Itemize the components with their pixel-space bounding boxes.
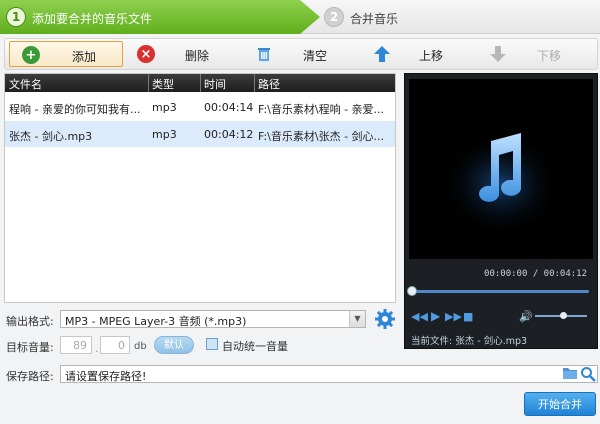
add-button-label: 添加 bbox=[72, 50, 97, 64]
move-up-button[interactable]: 上移 bbox=[369, 41, 479, 67]
fast-forward-icon[interactable]: ▶▶ bbox=[445, 310, 462, 323]
rewind-icon[interactable]: ◀◀ bbox=[411, 310, 428, 323]
volume-unit-label: db bbox=[134, 341, 147, 352]
now-playing-label: 当前文件: 张杰 - 剑心.mp3 bbox=[411, 336, 528, 347]
step-1-label: 添加要合并的音乐文件 bbox=[32, 12, 153, 26]
trash-icon bbox=[258, 48, 270, 61]
output-format-value: MP3 - MPEG Layer-3 音频 (*.mp3) bbox=[65, 315, 247, 328]
gear-icon[interactable] bbox=[374, 308, 396, 330]
column-header-type[interactable]: 类型 bbox=[152, 76, 174, 92]
stop-icon[interactable]: ■ bbox=[463, 310, 473, 323]
cell-type: mp3 bbox=[152, 101, 177, 114]
toolbar: + 添加 × 删除 清空 上移 下移 bbox=[4, 38, 598, 70]
plus-icon: + bbox=[22, 46, 40, 64]
step-2-label: 合并音乐 bbox=[350, 12, 399, 26]
play-icon[interactable]: ▶ bbox=[431, 309, 440, 323]
output-format-label: 输出格式: bbox=[6, 315, 54, 328]
column-header-filename[interactable]: 文件名 bbox=[9, 76, 42, 92]
column-header-path[interactable]: 路径 bbox=[258, 76, 280, 92]
save-path-input[interactable]: 请设置保存路径! bbox=[60, 365, 598, 383]
cell-path: F:\音乐素材\程响 - 亲爱... bbox=[258, 103, 385, 116]
time-display: 00:00:00 / 00:04:12 bbox=[484, 269, 587, 279]
save-path-value: 请设置保存路径! bbox=[65, 370, 147, 383]
cell-time: 00:04:14 bbox=[204, 101, 254, 114]
delete-x-icon: × bbox=[137, 45, 155, 63]
cell-filename: 张杰 - 剑心.mp3 bbox=[9, 130, 93, 143]
table-row[interactable]: 程响 - 亲爱的你可知我有... mp3 00:04:14 F:\音乐素材\程响… bbox=[5, 94, 395, 120]
delete-button-label: 删除 bbox=[185, 49, 210, 63]
auto-volume-label: 自动统一音量 bbox=[222, 340, 288, 353]
table-header: 文件名 类型 时间 路径 bbox=[5, 74, 395, 92]
file-list-table[interactable]: 文件名 类型 时间 路径 程响 - 亲爱的你可知我有... mp3 00:04:… bbox=[4, 73, 396, 303]
add-button[interactable]: + 添加 bbox=[9, 41, 123, 67]
step-bar: 1 添加要合并的音乐文件 2 合并音乐 bbox=[0, 0, 600, 34]
delete-button[interactable]: × 删除 bbox=[131, 41, 245, 67]
volume-handle[interactable] bbox=[560, 312, 567, 319]
output-format-select[interactable]: MP3 - MPEG Layer-3 音频 (*.mp3) ▼ bbox=[60, 310, 366, 328]
music-note-icon bbox=[441, 127, 561, 231]
clear-button-label: 清空 bbox=[303, 49, 328, 63]
arrow-up-icon bbox=[374, 46, 390, 62]
chevron-down-icon[interactable]: ▼ bbox=[349, 311, 365, 327]
step-1-number: 1 bbox=[6, 7, 26, 27]
media-player: 00:00:00 / 00:04:12 ◀◀ ▶ ▶▶ ■ 🔊 当前文件: 张杰… bbox=[404, 73, 598, 349]
default-volume-button[interactable]: 默认 bbox=[154, 336, 194, 354]
step-2-number: 2 bbox=[324, 7, 344, 27]
search-icon[interactable] bbox=[580, 366, 596, 382]
player-screen bbox=[409, 79, 593, 259]
seek-bar[interactable] bbox=[411, 290, 589, 293]
volume-integer-input[interactable]: 89 bbox=[60, 336, 92, 354]
cell-filename: 程响 - 亲爱的你可知我有... bbox=[9, 103, 141, 116]
clear-button[interactable]: 清空 bbox=[249, 41, 363, 67]
start-merge-button[interactable]: 开始合并 bbox=[524, 392, 596, 416]
auto-volume-checkbox[interactable] bbox=[206, 338, 218, 350]
column-header-time[interactable]: 时间 bbox=[204, 76, 226, 92]
save-path-label: 保存路径: bbox=[6, 370, 54, 383]
volume-icon[interactable]: 🔊 bbox=[519, 310, 533, 323]
step-1[interactable]: 1 添加要合并的音乐文件 bbox=[0, 0, 320, 34]
seek-handle[interactable] bbox=[407, 286, 417, 296]
arrow-down-icon bbox=[490, 46, 506, 62]
cell-type: mp3 bbox=[152, 128, 177, 141]
move-up-button-label: 上移 bbox=[419, 49, 444, 63]
move-down-button-label: 下移 bbox=[537, 49, 562, 63]
folder-icon[interactable] bbox=[562, 366, 578, 380]
volume-decimal-input[interactable]: 0 bbox=[100, 336, 130, 354]
cell-time: 00:04:12 bbox=[204, 128, 254, 141]
cell-path: F:\音乐素材\张杰 - 剑心... bbox=[258, 130, 385, 143]
move-down-button[interactable]: 下移 bbox=[485, 41, 595, 67]
table-row[interactable]: 张杰 - 剑心.mp3 mp3 00:04:12 F:\音乐素材\张杰 - 剑心… bbox=[5, 121, 395, 147]
target-volume-label: 目标音量: bbox=[6, 341, 54, 354]
